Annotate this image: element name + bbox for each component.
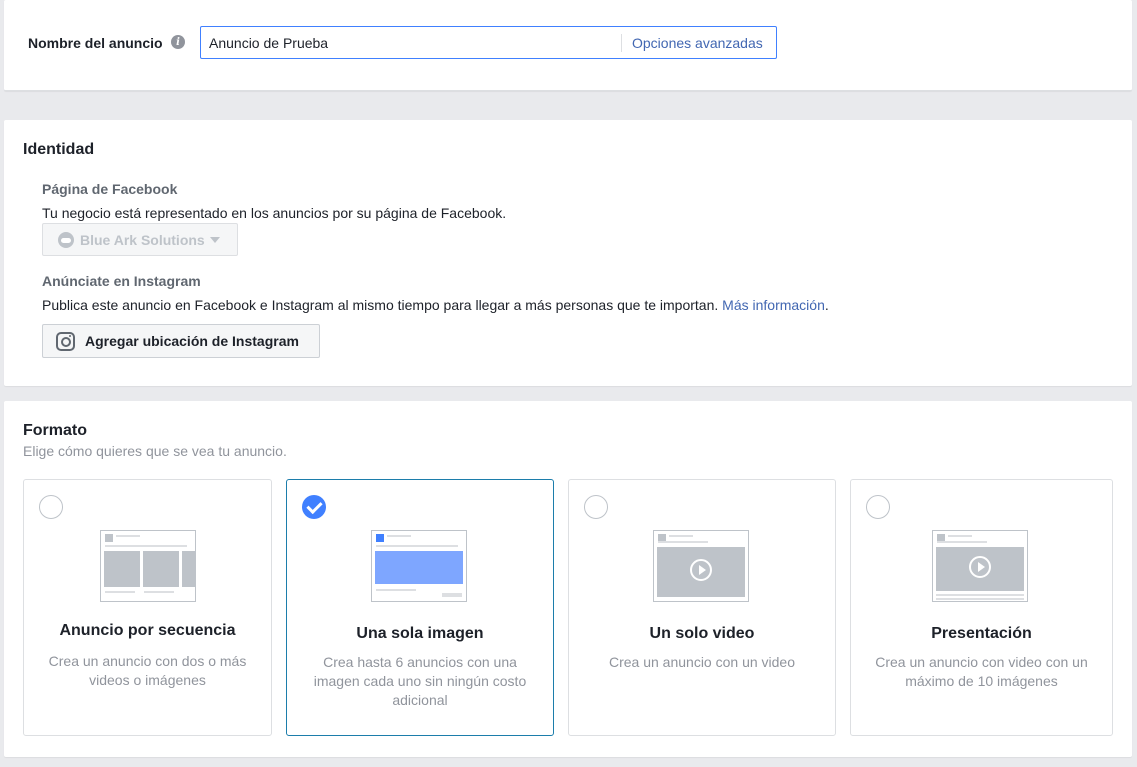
identity-card: Identidad Página de Facebook Tu negocio … xyxy=(4,120,1132,386)
instagram-title: Anúnciate en Instagram xyxy=(42,273,201,289)
add-instagram-label: Agregar ubicación de Instagram xyxy=(85,333,299,349)
ad-name-input[interactable] xyxy=(209,27,609,58)
format-title-slideshow: Presentación xyxy=(931,625,1032,642)
radio-slideshow[interactable] xyxy=(866,495,890,519)
format-card: Formato Elige cómo quieres que se vea tu… xyxy=(4,401,1132,757)
cloud-icon xyxy=(58,231,74,248)
format-option-single-video[interactable]: Un solo video Crea un anuncio con un vid… xyxy=(568,479,836,736)
play-icon xyxy=(690,559,712,581)
info-icon[interactable]: i xyxy=(171,35,185,49)
format-desc-carousel: Crea un anuncio con dos o más videos o i… xyxy=(48,653,247,688)
caret-down-icon xyxy=(209,236,220,243)
instagram-description-line: Publica este anuncio en Facebook e Insta… xyxy=(42,297,829,313)
facebook-page-selected: Blue Ark Solutions xyxy=(80,231,205,248)
field-divider xyxy=(621,34,622,52)
facebook-page-title: Página de Facebook xyxy=(42,181,178,197)
more-info-suffix: . xyxy=(824,297,829,313)
slideshow-illustration-icon xyxy=(932,530,1028,602)
more-info-link[interactable]: Más información xyxy=(722,297,825,313)
play-icon xyxy=(969,556,991,578)
checkmark-icon[interactable] xyxy=(302,495,326,519)
ad-name-label: Nombre del anuncio xyxy=(28,35,163,51)
radio-carousel[interactable] xyxy=(39,495,63,519)
facebook-page-dropdown[interactable]: Blue Ark Solutions xyxy=(42,223,238,256)
format-desc-single-image: Crea hasta 6 anuncios con una imagen cad… xyxy=(313,654,527,708)
format-option-single-image[interactable]: Una sola imagen Crea hasta 6 anuncios co… xyxy=(286,479,554,736)
carousel-illustration-icon xyxy=(100,530,196,602)
facebook-page-description: Tu negocio está representado en los anun… xyxy=(42,205,507,221)
format-description: Elige cómo quieres que se vea tu anuncio… xyxy=(23,443,287,459)
format-title: Formato xyxy=(23,422,87,439)
radio-single-video[interactable] xyxy=(584,495,608,519)
ad-name-field[interactable]: Opciones avanzadas xyxy=(200,26,777,59)
ad-name-card: Nombre del anuncio i Opciones avanzadas xyxy=(4,0,1132,91)
instagram-description: Publica este anuncio en Facebook e Insta… xyxy=(42,297,719,313)
format-desc-single-video: Crea un anuncio con un video xyxy=(608,654,796,670)
format-desc-slideshow: Crea un anuncio con video con un máximo … xyxy=(875,654,1088,689)
instagram-icon xyxy=(56,331,75,351)
format-title-single-image: Una sola imagen xyxy=(356,625,484,642)
format-option-slideshow[interactable]: Presentación Crea un anuncio con video c… xyxy=(850,479,1113,736)
single-image-illustration-icon xyxy=(371,530,467,602)
format-option-carousel[interactable]: Anuncio por secuencia Crea un anuncio co… xyxy=(23,479,272,736)
identity-title: Identidad xyxy=(23,141,95,158)
advanced-options-link[interactable]: Opciones avanzadas xyxy=(632,35,763,51)
single-video-illustration-icon xyxy=(653,530,749,602)
format-title-carousel: Anuncio por secuencia xyxy=(59,622,236,639)
format-title-single-video: Un solo video xyxy=(649,625,755,642)
add-instagram-button[interactable]: Agregar ubicación de Instagram xyxy=(42,324,320,358)
